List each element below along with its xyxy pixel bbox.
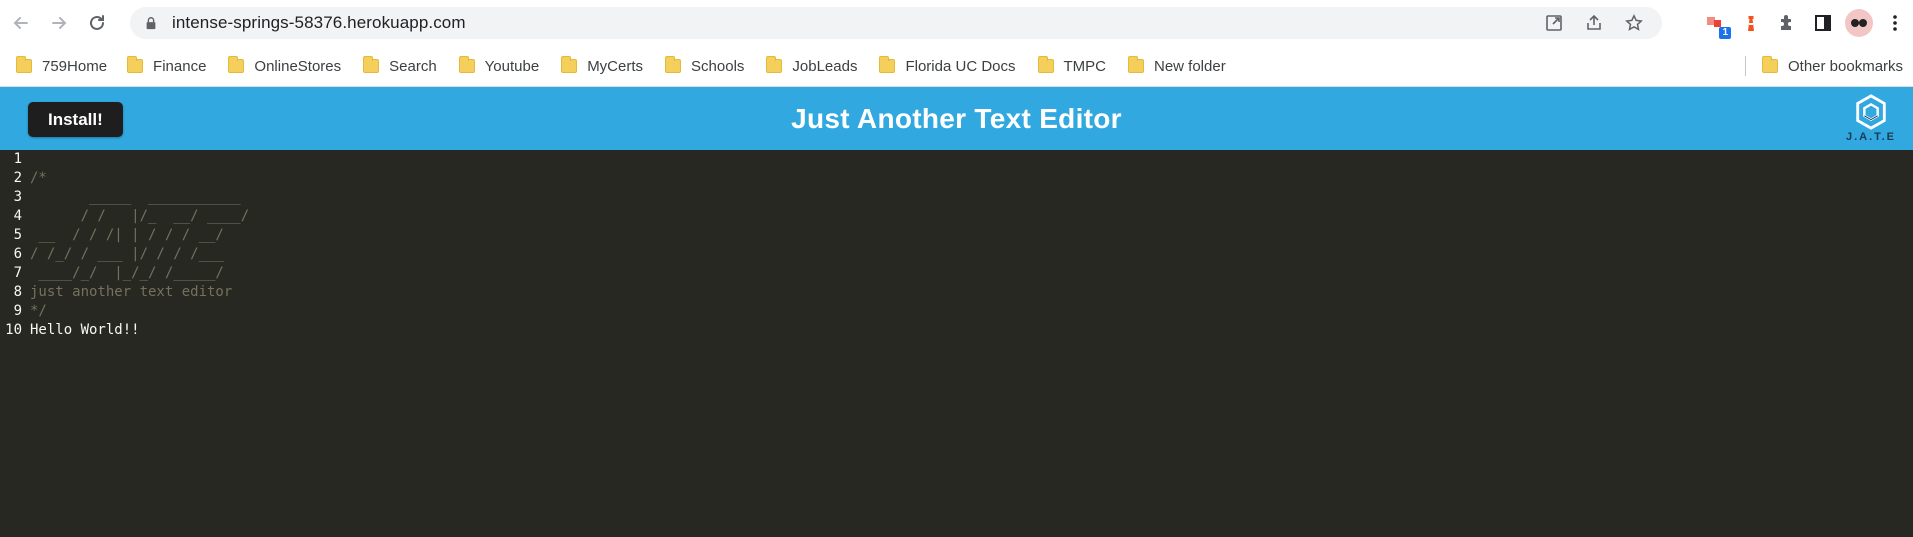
folder-icon (1128, 56, 1144, 73)
editor-line[interactable]: 2 /* (0, 169, 1913, 188)
folder-icon (561, 56, 578, 73)
reload-icon[interactable] (80, 6, 114, 40)
extension-dashlane-icon[interactable]: 1 (1697, 7, 1733, 39)
line-number: 4 (13, 208, 22, 224)
line-number: 10 (5, 322, 22, 338)
share-icon[interactable] (1574, 7, 1614, 39)
line-number: 6 (13, 246, 22, 262)
app-header: Install! Just Another Text Editor J.A.T.… (0, 87, 1913, 150)
folder-icon (1762, 56, 1778, 73)
line-text[interactable]: / / |/_ __/ ____/ (30, 207, 250, 226)
bookmark-folder[interactable]: Search (363, 56, 437, 75)
editor-line[interactable]: 10 Hello World!! (0, 321, 1913, 340)
logo-text: J.A.T.E (1845, 131, 1897, 143)
bookmark-folder[interactable]: 759Home (16, 56, 107, 75)
folder-icon (458, 56, 475, 73)
bookmark-folder[interactable]: TMPC (1037, 56, 1106, 75)
app-title: Just Another Text Editor (791, 102, 1122, 134)
line-text[interactable]: _____ ___________ (30, 188, 241, 207)
editor-line[interactable]: 8 just another text editor (0, 283, 1913, 302)
line-text[interactable]: Hello World!! (30, 321, 140, 340)
bookmark-folder[interactable]: MyCerts (561, 56, 643, 75)
install-button[interactable]: Install! (28, 102, 123, 137)
extension-badge: 1 (1719, 27, 1731, 39)
back-icon[interactable] (4, 6, 38, 40)
bookmark-folder[interactable]: Florida UC Docs (879, 56, 1016, 75)
editor-line[interactable]: 6 / /_/ / ___ |/ / / /___ (0, 245, 1913, 264)
folder-icon (766, 56, 783, 73)
line-text[interactable]: just another text editor (30, 283, 232, 302)
lock-icon[interactable] (144, 15, 160, 31)
line-number: 2 (13, 170, 22, 186)
bookmark-folder[interactable]: OnlineStores (228, 56, 341, 75)
folder-icon (228, 56, 245, 73)
more-menu-icon[interactable] (1877, 7, 1913, 39)
line-text[interactable]: / /_/ / ___ |/ / / /___ (30, 245, 224, 264)
editor-line[interactable]: 9 */ (0, 302, 1913, 321)
editor-line[interactable]: 4 / / |/_ __/ ____/ (0, 207, 1913, 226)
bookmark-folder[interactable]: Youtube (458, 56, 539, 75)
line-number: 3 (13, 189, 22, 205)
editor-line[interactable]: 5 __ / / /| | / / / __/ (0, 226, 1913, 245)
open-in-app-icon[interactable] (1534, 7, 1574, 39)
bookmark-star-icon[interactable] (1614, 7, 1654, 39)
jate-logo: J.A.T.E (1843, 93, 1899, 145)
bookmarks-divider (1745, 56, 1746, 76)
line-text[interactable]: /* (30, 169, 47, 188)
folder-icon (127, 56, 144, 73)
bookmarks-bar: 759Home Finance OnlineStores Search Yout… (0, 46, 1913, 87)
bookmark-folder[interactable]: Finance (127, 56, 206, 75)
folder-icon (16, 56, 32, 73)
browser-toolbar: intense-springs-58376.herokuapp.com 1 (0, 0, 1913, 46)
editor-line[interactable]: 1 (0, 150, 1913, 169)
bookmark-folder[interactable]: Schools (665, 56, 744, 75)
other-bookmarks[interactable]: Other bookmarks (1762, 46, 1903, 86)
extension-lighthouse-icon[interactable] (1733, 7, 1769, 39)
url-text[interactable]: intense-springs-58376.herokuapp.com (172, 13, 466, 33)
line-number: 7 (13, 265, 22, 281)
jate-logo-icon (1856, 94, 1886, 130)
line-text[interactable]: ____/_/ |_/_/ /_____/ (30, 264, 223, 283)
editor-line[interactable]: 3 _____ ___________ (0, 188, 1913, 207)
line-number: 8 (13, 284, 22, 300)
line-text[interactable]: */ (30, 302, 47, 321)
folder-icon (363, 56, 380, 73)
line-number: 9 (13, 303, 22, 319)
profile-avatar[interactable] (1845, 9, 1873, 37)
address-bar[interactable]: intense-springs-58376.herokuapp.com (130, 7, 1662, 39)
bookmark-folder[interactable]: JobLeads (766, 56, 857, 75)
side-panel-icon[interactable] (1805, 7, 1841, 39)
folder-icon (879, 56, 896, 73)
extensions-puzzle-icon[interactable] (1769, 7, 1805, 39)
folder-icon (1037, 56, 1054, 73)
line-number: 1 (13, 151, 22, 167)
code-editor[interactable]: 1 2/* 3 _____ ___________ 4 / / |/_ __/ ___… (0, 150, 1913, 537)
editor-line[interactable]: 7 ____/_/ |_/_/ /_____/ (0, 264, 1913, 283)
line-number: 5 (13, 227, 22, 243)
forward-icon[interactable] (42, 6, 76, 40)
folder-icon (665, 56, 682, 73)
line-text[interactable]: __ / / /| | / / / __/ (30, 226, 223, 245)
bookmark-folder[interactable]: New folder (1128, 56, 1226, 75)
